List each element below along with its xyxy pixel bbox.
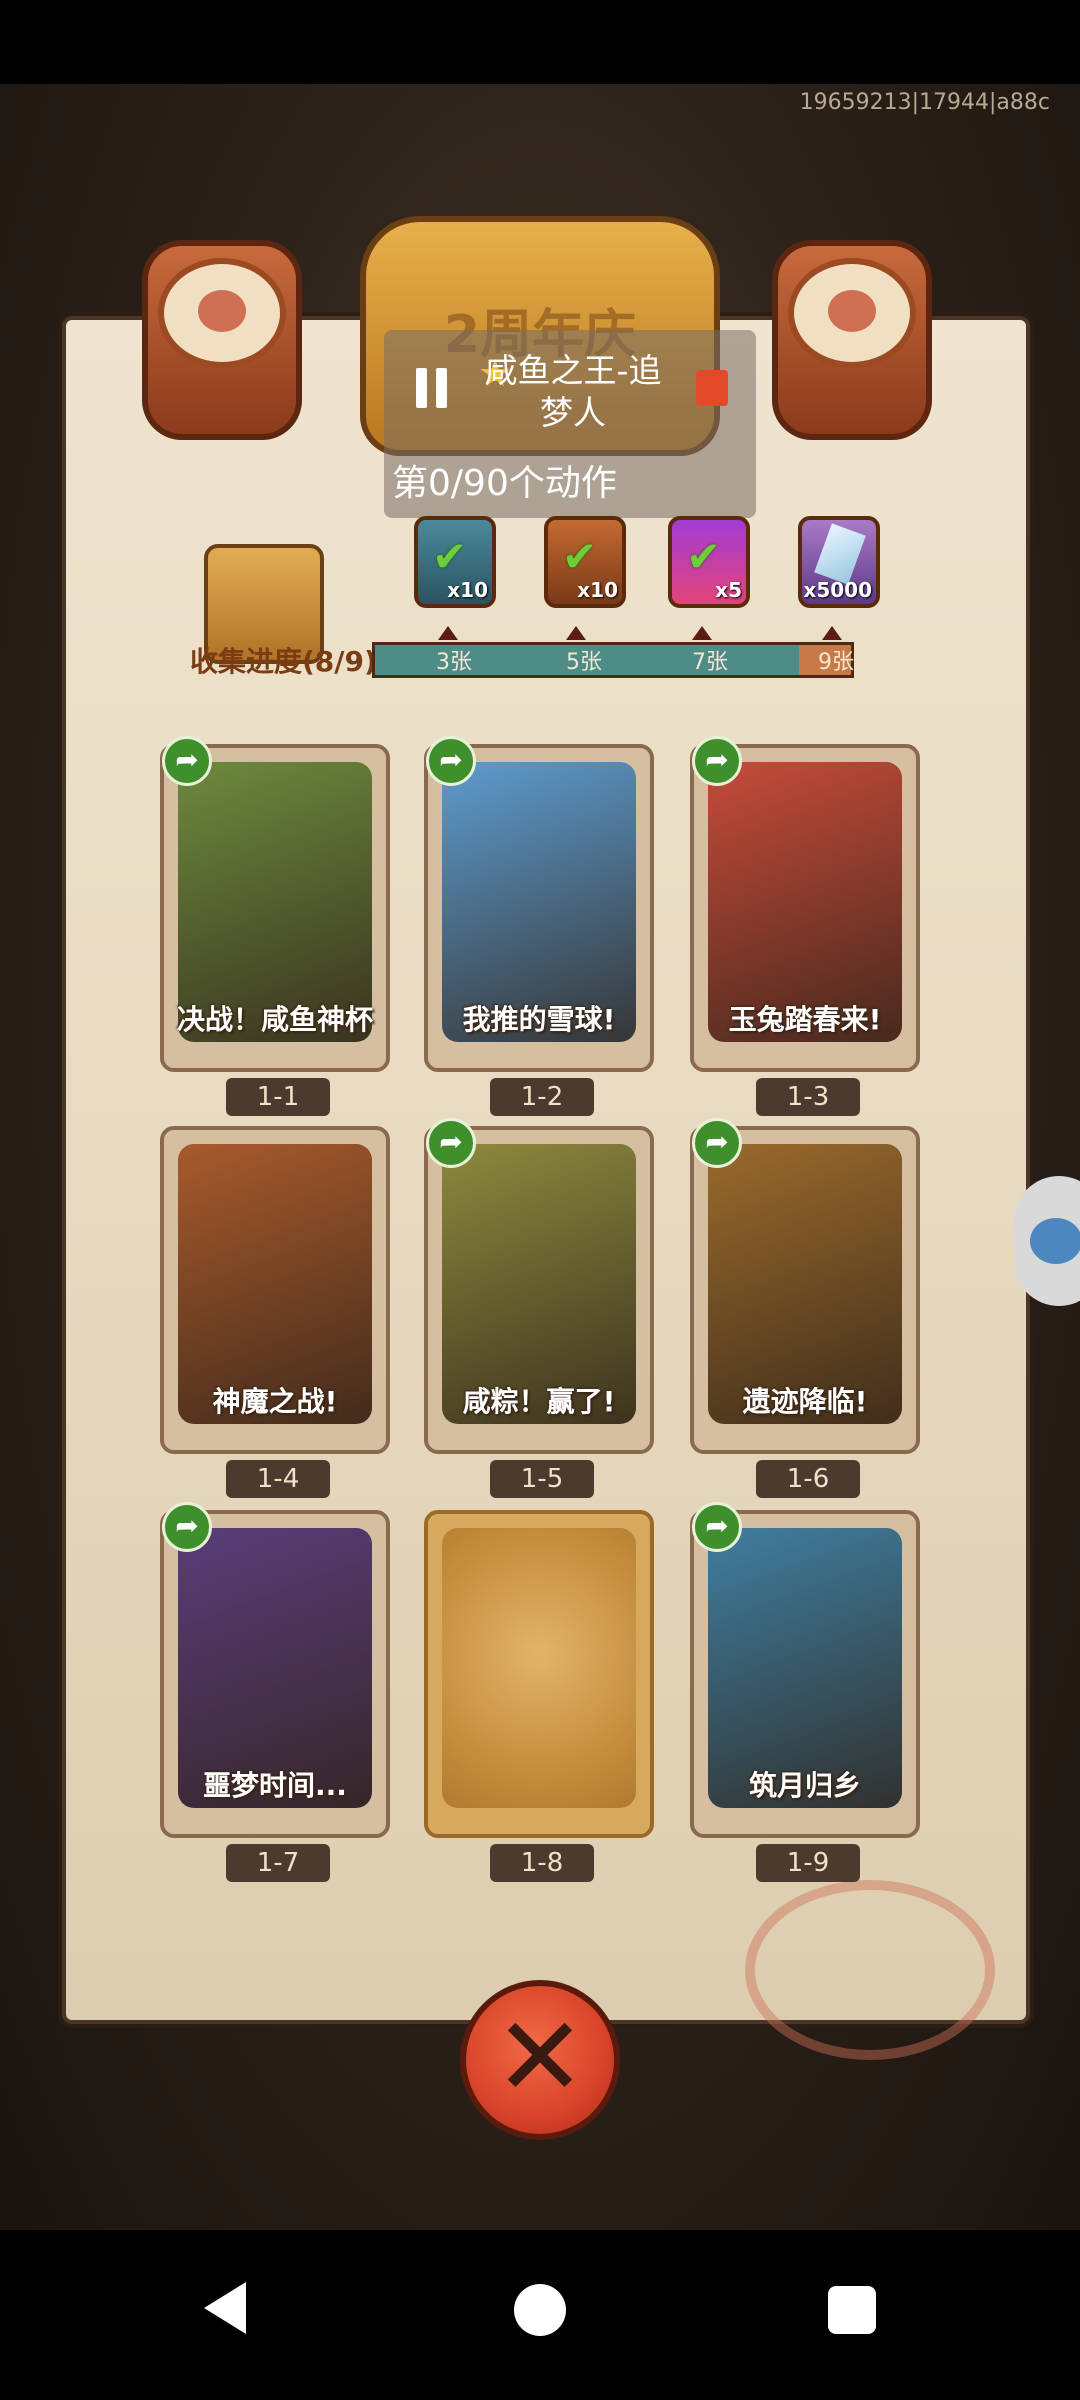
share-arrow-icon[interactable]: ➦ bbox=[692, 736, 742, 786]
close-button[interactable]: ✕ bbox=[460, 1980, 620, 2140]
card-1-2[interactable]: 我推的雪球! ➦ 1-2 bbox=[424, 736, 654, 1116]
share-arrow-icon[interactable]: ➦ bbox=[426, 736, 476, 786]
card-number: 1-6 bbox=[756, 1460, 860, 1498]
milestone-marker bbox=[566, 626, 586, 640]
card-number: 1-7 bbox=[226, 1844, 330, 1882]
card-1-9[interactable]: 筑月归乡 ➦ 1-9 bbox=[690, 1502, 920, 1882]
card-1-3[interactable]: 玉兔踏春来! ➦ 1-3 bbox=[690, 736, 920, 1116]
card-1-6[interactable]: 遗迹降临! ➦ 1-6 bbox=[690, 1118, 920, 1498]
milestone-marker bbox=[822, 626, 842, 640]
milestone-marker bbox=[438, 626, 458, 640]
card-number: 1-4 bbox=[226, 1460, 330, 1498]
left-drum-decoration bbox=[142, 240, 302, 440]
card-1-8-locked[interactable]: 1-8 bbox=[424, 1502, 654, 1882]
milestone-label: 3张 bbox=[436, 650, 472, 675]
card-caption: 筑月归乡 bbox=[748, 1769, 861, 1802]
locked-card-silhouette bbox=[442, 1528, 636, 1808]
card-caption: 决战！咸鱼神杯 bbox=[176, 1003, 373, 1036]
cloud-floating-button[interactable] bbox=[1014, 1176, 1080, 1306]
card-number: 1-2 bbox=[490, 1078, 594, 1116]
home-icon[interactable] bbox=[514, 2284, 566, 2336]
right-drum-decoration bbox=[772, 240, 932, 440]
reward-qty: x5 bbox=[715, 578, 742, 602]
card-number: 1-1 bbox=[226, 1078, 330, 1116]
share-arrow-icon[interactable]: ➦ bbox=[692, 1118, 742, 1168]
card-1-5[interactable]: 咸粽！赢了! ➦ 1-5 bbox=[424, 1118, 654, 1498]
milestone-rewards: ✔ x10 ✔ x10 ✔ x5 x5000 bbox=[372, 516, 892, 616]
card-caption: 咸粽！赢了! bbox=[462, 1385, 616, 1418]
card-caption: 我推的雪球! bbox=[462, 1003, 616, 1036]
recorder-title: 咸鱼之王-追梦人 bbox=[484, 351, 662, 432]
milestone-label: 7张 bbox=[692, 650, 728, 675]
recorder-status: 第0/90个动作 bbox=[392, 463, 617, 504]
reward-treasure-chest[interactable]: ✔ x10 bbox=[414, 516, 496, 608]
back-icon[interactable] bbox=[204, 2282, 246, 2334]
share-arrow-icon[interactable]: ➦ bbox=[426, 1118, 476, 1168]
collection-progress-label: 收集进度(8/9) bbox=[190, 645, 377, 678]
card-1-4[interactable]: 神魔之战! 1-4 bbox=[160, 1118, 390, 1498]
close-x-icon: ✕ bbox=[493, 1993, 587, 2121]
reward-crystal[interactable]: x5000 bbox=[798, 516, 880, 608]
reward-qty: x5000 bbox=[803, 578, 872, 602]
card-caption: 玉兔踏春来! bbox=[728, 1003, 882, 1036]
stop-icon[interactable] bbox=[696, 370, 728, 406]
cloud-icon bbox=[1030, 1218, 1080, 1264]
card-number: 1-3 bbox=[756, 1078, 860, 1116]
milestone-label: 5张 bbox=[566, 650, 602, 675]
check-icon: ✔ bbox=[432, 532, 468, 581]
pause-icon[interactable] bbox=[416, 368, 448, 408]
milestone-marker bbox=[692, 626, 712, 640]
card-number: 1-9 bbox=[756, 1844, 860, 1882]
seal-stamp bbox=[745, 1880, 995, 2060]
card-1-7[interactable]: 噩梦时间... ➦ 1-7 bbox=[160, 1502, 390, 1882]
card-1-1[interactable]: 决战！咸鱼神杯 ➦ 1-1 bbox=[160, 736, 390, 1116]
card-number: 1-5 bbox=[490, 1460, 594, 1498]
card-number: 1-8 bbox=[490, 1844, 594, 1882]
recents-icon[interactable] bbox=[828, 2286, 876, 2334]
check-icon: ✔ bbox=[562, 532, 598, 581]
milestone-label: 9张 bbox=[818, 650, 854, 675]
card-caption: 神魔之战! bbox=[212, 1385, 338, 1418]
share-arrow-icon[interactable]: ➦ bbox=[162, 1502, 212, 1552]
reward-orb[interactable]: ✔ x5 bbox=[668, 516, 750, 608]
version-id: 19659213|17944|a88c bbox=[799, 90, 1050, 115]
reward-scroll[interactable]: ✔ x10 bbox=[544, 516, 626, 608]
screen: 19659213|17944|a88c 2周年庆 ★ 咸鱼之王-追梦人 第0/9… bbox=[0, 0, 1080, 2400]
share-arrow-icon[interactable]: ➦ bbox=[692, 1502, 742, 1552]
crystal-icon bbox=[814, 523, 866, 585]
card-caption: 噩梦时间... bbox=[203, 1769, 347, 1802]
card-caption: 遗迹降临! bbox=[742, 1385, 868, 1418]
share-arrow-icon[interactable]: ➦ bbox=[162, 736, 212, 786]
reward-qty: x10 bbox=[447, 578, 488, 602]
check-icon: ✔ bbox=[686, 532, 722, 581]
reward-qty: x10 bbox=[577, 578, 618, 602]
card-grid: 决战！咸鱼神杯 ➦ 1-1 我推的雪球! ➦ 1-2 玉兔踏春来! ➦ 1-3 … bbox=[160, 736, 930, 1886]
